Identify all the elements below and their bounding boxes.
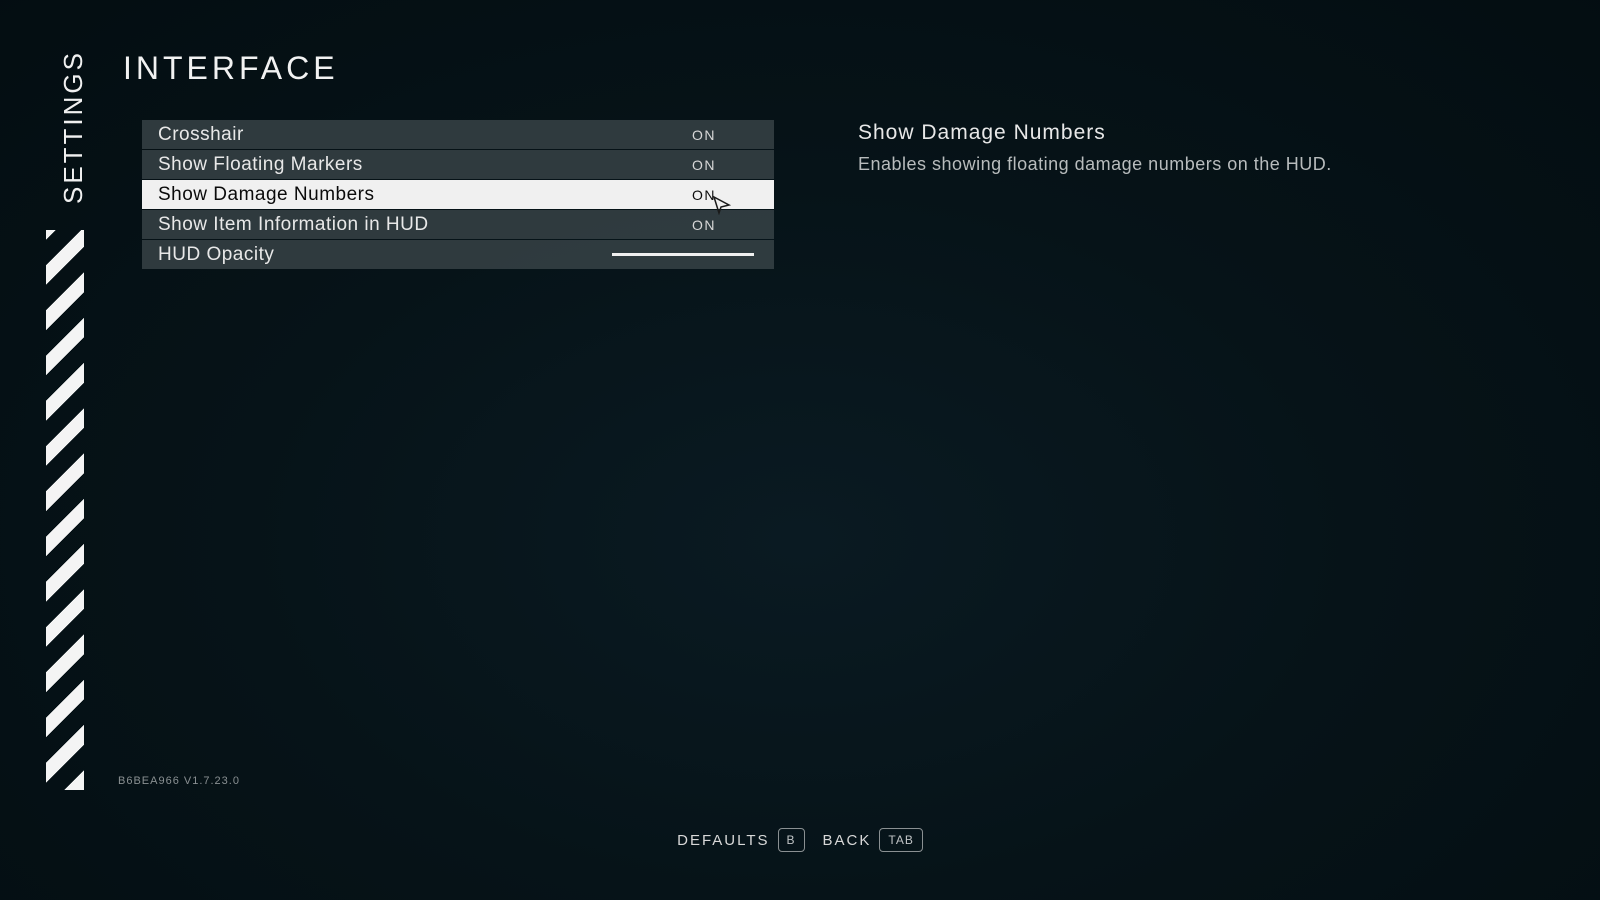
- option-label: HUD Opacity: [158, 244, 612, 266]
- option-value[interactable]: ON: [692, 127, 716, 143]
- footer-label: DEFAULTS: [677, 832, 769, 849]
- option-label: Show Floating Markers: [158, 154, 692, 176]
- build-version: B6BEA966 V1.7.23.0: [118, 775, 240, 787]
- footer-controls: DEFAULTS B BACK TAB: [0, 828, 1600, 852]
- option-value[interactable]: ON: [692, 187, 716, 203]
- keycap-tab: TAB: [879, 828, 922, 852]
- option-crosshair[interactable]: Crosshair ON: [142, 120, 774, 149]
- option-label: Show Damage Numbers: [158, 184, 692, 206]
- option-hud-opacity[interactable]: HUD Opacity: [142, 240, 774, 269]
- option-show-damage-numbers[interactable]: Show Damage Numbers ON: [142, 180, 774, 209]
- defaults-button[interactable]: DEFAULTS B: [677, 828, 804, 852]
- option-label: Crosshair: [158, 124, 692, 146]
- options-list: Crosshair ON Show Floating Markers ON Sh…: [142, 120, 774, 269]
- option-show-item-info-hud[interactable]: Show Item Information in HUD ON: [142, 210, 774, 239]
- hud-opacity-slider[interactable]: [612, 253, 754, 256]
- page-title: INTERFACE: [123, 50, 339, 87]
- footer-label: BACK: [823, 832, 872, 849]
- hazard-stripe-decoration: [46, 230, 84, 790]
- option-value[interactable]: ON: [692, 217, 716, 233]
- description-title: Show Damage Numbers: [858, 121, 1418, 145]
- description-panel: Show Damage Numbers Enables showing floa…: [858, 121, 1418, 176]
- option-label: Show Item Information in HUD: [158, 214, 692, 236]
- option-value[interactable]: ON: [692, 157, 716, 173]
- option-show-floating-markers[interactable]: Show Floating Markers ON: [142, 150, 774, 179]
- description-body: Enables showing floating damage numbers …: [858, 153, 1418, 176]
- keycap-b: B: [778, 828, 805, 852]
- back-button[interactable]: BACK TAB: [823, 828, 923, 852]
- sidebar-settings-label: SETTINGS: [58, 50, 89, 204]
